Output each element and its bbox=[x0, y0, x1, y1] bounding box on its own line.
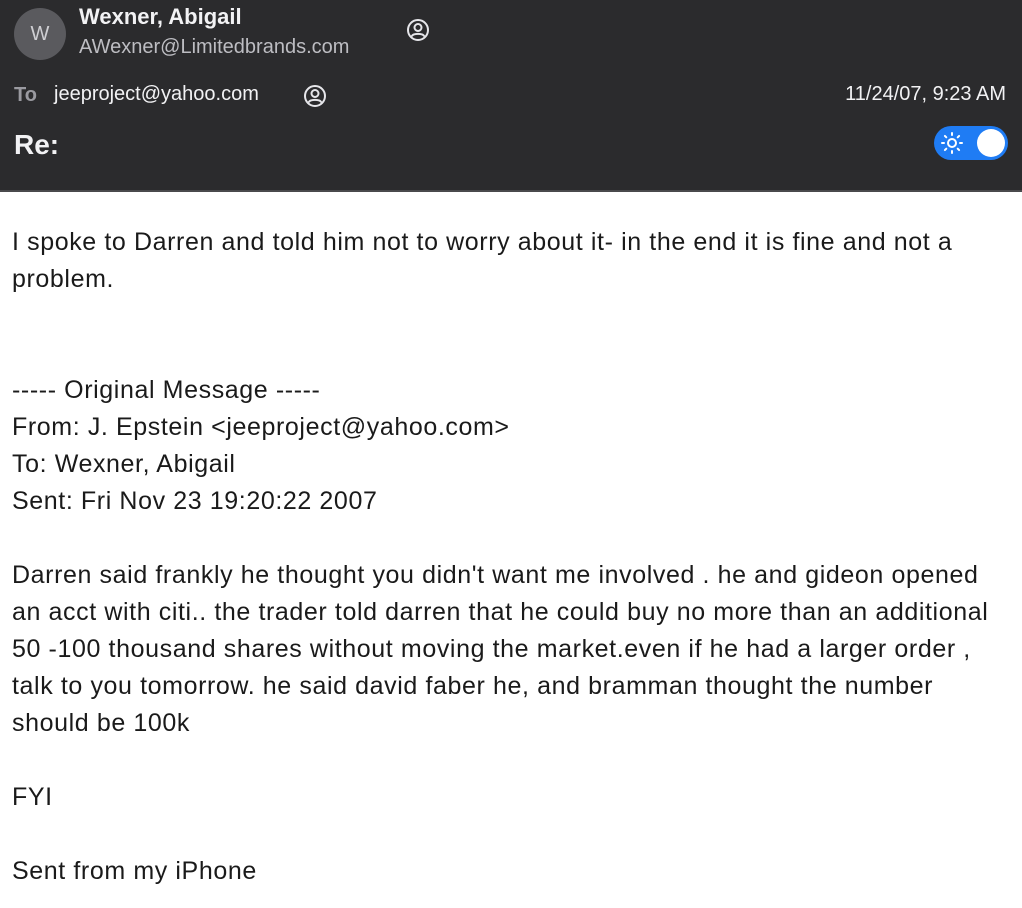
sender-name[interactable]: Wexner, Abigail bbox=[79, 4, 242, 30]
contact-icon[interactable] bbox=[303, 84, 327, 108]
sender-email[interactable]: AWexner@Limitedbrands.com bbox=[79, 36, 349, 59]
recipient-address[interactable]: jeeproject@yahoo.com bbox=[54, 83, 259, 106]
signature: Sent from my iPhone bbox=[12, 857, 257, 885]
appearance-toggle[interactable] bbox=[934, 126, 1008, 160]
original-message-text: Darren said frankly he thought you didn'… bbox=[12, 561, 989, 737]
to-label: To bbox=[14, 84, 37, 106]
fyi-text: FYI bbox=[12, 783, 53, 811]
original-from-line: From: J. Epstein <jeeproject@yahoo.com> bbox=[12, 413, 510, 441]
sender-avatar[interactable]: W bbox=[14, 8, 66, 60]
contact-icon[interactable] bbox=[406, 18, 430, 42]
original-sent-line: Sent: Fri Nov 23 19:20:22 2007 bbox=[12, 487, 378, 515]
message-subject: Re: bbox=[14, 129, 60, 160]
toggle-knob bbox=[977, 129, 1005, 157]
message-date: 11/24/07, 9:23 AM bbox=[845, 83, 1006, 105]
message-body: I spoke to Darren and told him not to wo… bbox=[12, 224, 1012, 890]
message-header: W Wexner, Abigail AWexner@Limitedbrands.… bbox=[0, 0, 1022, 192]
sun-icon bbox=[941, 132, 963, 154]
original-message-divider: ----- Original Message ----- bbox=[12, 376, 321, 404]
original-to-line: To: Wexner, Abigail bbox=[12, 450, 236, 478]
reply-text: I spoke to Darren and told him not to wo… bbox=[12, 228, 953, 293]
